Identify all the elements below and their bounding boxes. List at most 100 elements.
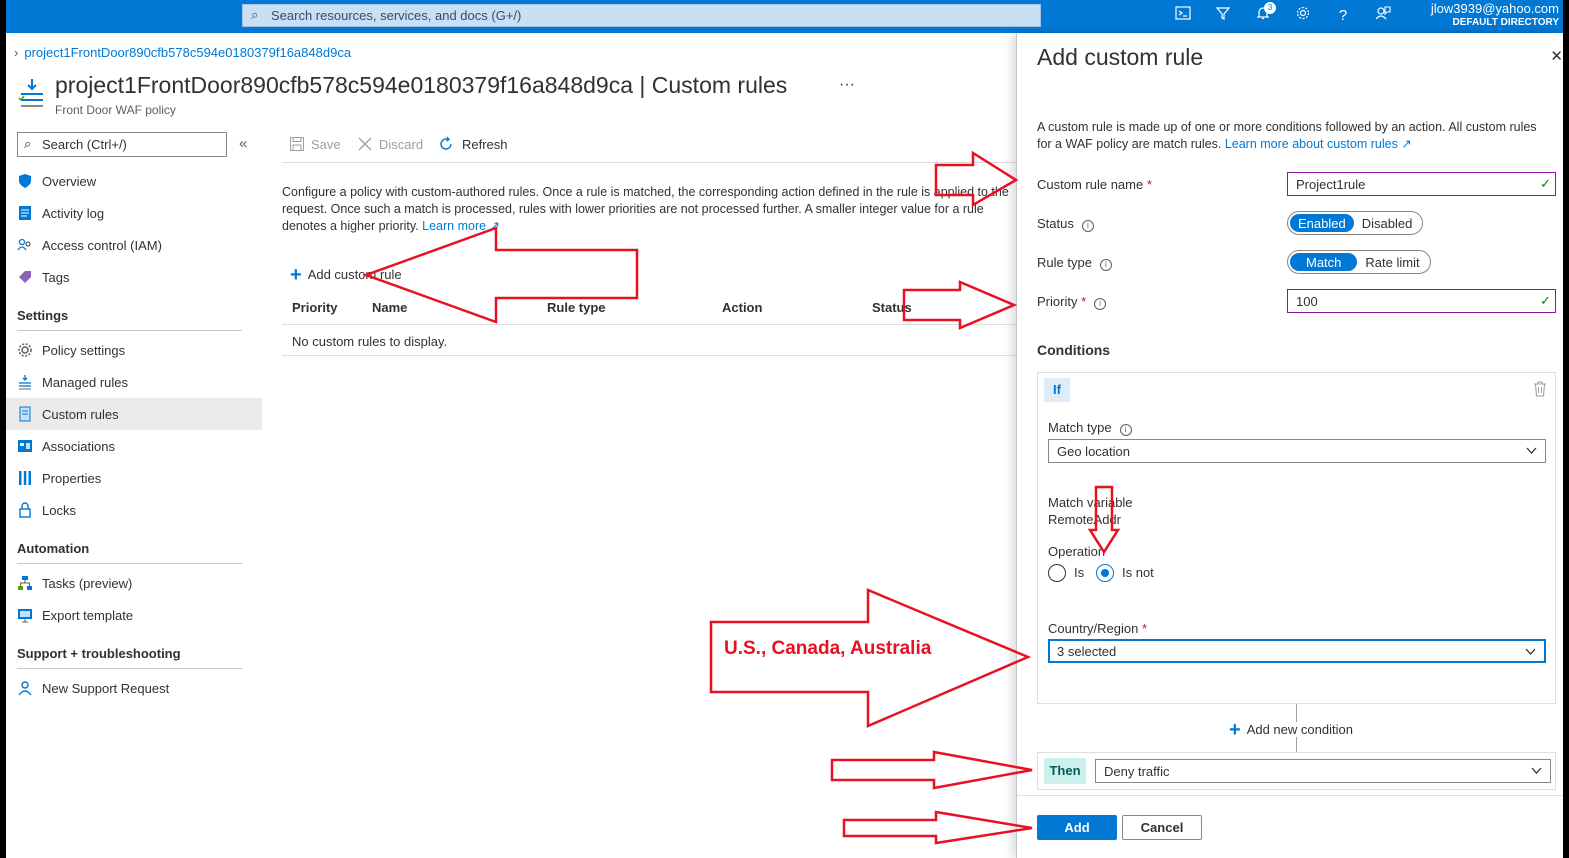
add-custom-rule-label: Add custom rule bbox=[307, 267, 402, 282]
help-icon[interactable]: ? bbox=[1332, 5, 1354, 27]
nav-item-activity-log[interactable]: Activity log bbox=[6, 197, 262, 229]
global-search-input[interactable]: ⌕ Search resources, services, and docs (… bbox=[242, 4, 1041, 27]
panel-description: A custom rule is made up of one or more … bbox=[1037, 119, 1542, 153]
save-button[interactable]: Save bbox=[289, 136, 341, 152]
add-new-condition-button[interactable]: + Add new condition bbox=[1229, 719, 1353, 742]
status-toggle[interactable]: Enabled Disabled bbox=[1287, 211, 1424, 235]
rule-type-option-match[interactable]: Match bbox=[1290, 253, 1358, 271]
rule-type-label-text: Rule type bbox=[1037, 255, 1092, 270]
top-bar: ⌕ Search resources, services, and docs (… bbox=[6, 0, 1563, 33]
nav-item-custom-rules[interactable]: Custom rules bbox=[6, 398, 262, 430]
description-text: Configure a policy with custom-authored … bbox=[282, 185, 1009, 233]
nav-item-export-template[interactable]: Export template bbox=[6, 599, 262, 631]
plus-icon: + bbox=[1229, 719, 1241, 741]
annotation-label: U.S., Canada, Australia bbox=[724, 638, 932, 659]
nav-item-tags[interactable]: Tags bbox=[6, 261, 262, 293]
account-menu[interactable]: jlow3939@yahoo.com DEFAULT DIRECTORY bbox=[1431, 1, 1559, 28]
custom-rules-icon bbox=[19, 406, 31, 422]
title-separator: | bbox=[639, 72, 646, 98]
info-icon: i bbox=[1081, 220, 1094, 232]
activity-log-icon bbox=[19, 206, 31, 220]
more-options-button[interactable]: ··· bbox=[839, 76, 855, 94]
trash-icon[interactable] bbox=[1533, 381, 1547, 397]
conditions-heading: Conditions bbox=[1037, 342, 1111, 358]
nav-item-locks[interactable]: Locks bbox=[6, 494, 262, 526]
condition-card: If Match type i Geo location Match variab… bbox=[1037, 372, 1556, 704]
notification-count-badge: 3 bbox=[1264, 2, 1276, 14]
column-header-action[interactable]: Action bbox=[722, 300, 762, 315]
learn-more-link[interactable]: Learn more ↗ bbox=[422, 219, 500, 233]
learn-more-custom-rules-label: Learn more about custom rules bbox=[1224, 137, 1398, 151]
learn-more-custom-rules-link[interactable]: Learn more about custom rules ↗ bbox=[1225, 137, 1412, 151]
nav-item-policy-settings[interactable]: Policy settings bbox=[6, 334, 262, 366]
status-label-text: Status bbox=[1037, 216, 1074, 231]
shield-icon bbox=[19, 174, 31, 188]
nav-item-tasks[interactable]: Tasks (preview) bbox=[6, 567, 262, 599]
rule-type-toggle[interactable]: Match Rate limit bbox=[1287, 250, 1431, 274]
country-region-dropdown[interactable]: 3 selected bbox=[1048, 639, 1546, 663]
close-icon[interactable]: ✕ bbox=[1550, 47, 1563, 65]
operation-is-not-radio[interactable] bbox=[1096, 564, 1114, 582]
cloud-shell-icon[interactable] bbox=[1172, 5, 1194, 27]
nav-item-properties[interactable]: Properties bbox=[6, 462, 262, 494]
breadcrumb-chevron-icon: › bbox=[14, 45, 19, 60]
nav-item-label: Custom rules bbox=[42, 407, 119, 422]
associations-icon bbox=[18, 440, 32, 452]
close-icon bbox=[358, 137, 372, 151]
match-variable-label: Match variable bbox=[1048, 495, 1133, 510]
rule-type-option-rate-limit[interactable]: Rate limit bbox=[1357, 253, 1427, 271]
user-directory: DEFAULT DIRECTORY bbox=[1452, 17, 1559, 28]
nav-item-label: Access control (IAM) bbox=[42, 238, 162, 253]
operation-is-radio[interactable] bbox=[1048, 564, 1066, 582]
action-dropdown[interactable]: Deny traffic bbox=[1095, 759, 1551, 783]
toolbar-divider bbox=[282, 162, 1016, 163]
column-header-priority[interactable]: Priority bbox=[292, 300, 338, 315]
tasks-icon bbox=[18, 576, 32, 590]
rule-type-label: Rule type i bbox=[1037, 255, 1112, 271]
properties-icon bbox=[19, 471, 31, 485]
add-custom-rule-button[interactable]: + Add custom rule bbox=[290, 264, 402, 287]
status-option-disabled[interactable]: Disabled bbox=[1354, 214, 1421, 232]
nav-item-label: Tasks (preview) bbox=[42, 576, 133, 591]
action-card: Then Deny traffic bbox=[1037, 752, 1556, 790]
support-person-icon bbox=[18, 681, 32, 696]
panel-footer-divider bbox=[1017, 795, 1563, 796]
nav-item-label: Overview bbox=[42, 174, 97, 189]
save-label: Save bbox=[311, 137, 341, 152]
cancel-button[interactable]: Cancel bbox=[1122, 815, 1202, 840]
column-header-rule-type[interactable]: Rule type bbox=[547, 300, 606, 315]
add-button[interactable]: Add bbox=[1037, 815, 1117, 840]
match-type-dropdown[interactable]: Geo location bbox=[1048, 439, 1546, 463]
column-header-status[interactable]: Status bbox=[872, 300, 912, 315]
lock-icon bbox=[19, 502, 31, 518]
info-icon: i bbox=[1099, 259, 1112, 271]
directory-filter-icon[interactable] bbox=[1212, 5, 1234, 27]
nav-item-overview[interactable]: Overview bbox=[6, 165, 262, 197]
nav-item-associations[interactable]: Associations bbox=[6, 430, 262, 462]
collapse-nav-button[interactable]: « bbox=[239, 135, 247, 152]
save-icon bbox=[290, 137, 304, 151]
nav-item-new-support-request[interactable]: New Support Request bbox=[6, 672, 262, 704]
operation-is-label: Is bbox=[1074, 565, 1085, 580]
status-option-enabled[interactable]: Enabled bbox=[1290, 214, 1354, 232]
rule-name-input[interactable]: Project1rule ✓ bbox=[1287, 172, 1556, 196]
discard-button[interactable]: Discard bbox=[357, 136, 423, 152]
nav-search-input[interactable]: ⌕ Search (Ctrl+/) bbox=[17, 132, 227, 157]
if-tag: If bbox=[1044, 378, 1070, 402]
priority-input[interactable]: 100 ✓ bbox=[1287, 289, 1556, 313]
nav-item-managed-rules[interactable]: Managed rules bbox=[6, 366, 262, 398]
gear-icon[interactable] bbox=[1292, 5, 1314, 27]
blade-description: Configure a policy with custom-authored … bbox=[282, 184, 1016, 235]
nav-divider bbox=[17, 563, 242, 564]
breadcrumb-link[interactable]: project1FrontDoor890cfb578c594e0180379f1… bbox=[24, 45, 351, 60]
feedback-icon[interactable] bbox=[1372, 5, 1394, 27]
nav-item-access-control[interactable]: Access control (IAM) bbox=[6, 229, 262, 261]
match-type-label: Match type i bbox=[1048, 420, 1132, 436]
column-header-name[interactable]: Name bbox=[372, 300, 407, 315]
breadcrumb: › project1FrontDoor890cfb578c594e0180379f… bbox=[14, 45, 351, 60]
tag-icon bbox=[19, 271, 31, 283]
refresh-button[interactable]: Refresh bbox=[438, 136, 508, 152]
refresh-icon bbox=[440, 136, 452, 150]
status-label: Status i bbox=[1037, 216, 1094, 232]
plus-icon: + bbox=[290, 264, 302, 286]
